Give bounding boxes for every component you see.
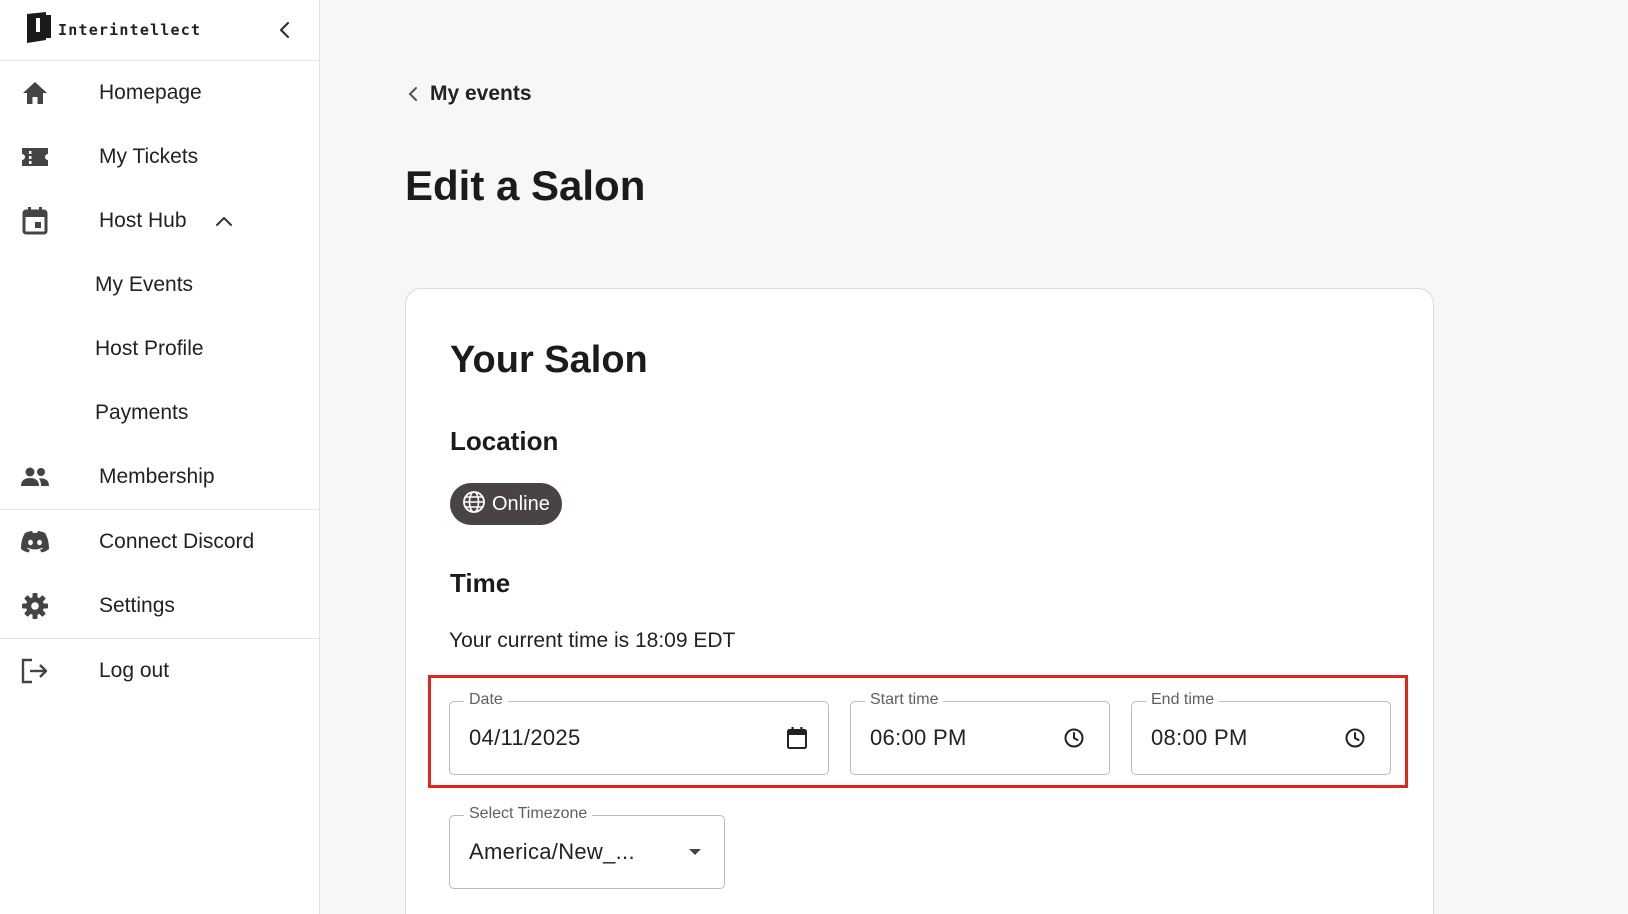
sidebar-item-settings[interactable]: Settings [0, 574, 319, 638]
timezone-label: Select Timezone [464, 805, 593, 823]
date-label: Date [464, 691, 508, 709]
discord-icon [19, 526, 51, 558]
logo-icon [26, 11, 52, 49]
sidebar-item-label: Membership [99, 465, 215, 488]
calendar-icon [19, 205, 51, 237]
start-time-field[interactable]: Start time 06:00 PM [850, 691, 1110, 775]
sidebar-item-label: Host Profile [95, 337, 204, 360]
date-value: 04/11/2025 [469, 725, 581, 750]
date-field[interactable]: Date 04/11/2025 [449, 691, 829, 775]
start-time-value: 06:00 PM [870, 725, 967, 750]
clock-icon[interactable] [1061, 725, 1087, 751]
clock-icon[interactable] [1342, 725, 1368, 751]
logout-icon [19, 655, 51, 687]
globe-icon [462, 490, 486, 519]
timezone-value: America/New_... [469, 839, 635, 864]
brand-logo[interactable]: Interintellect [26, 11, 202, 49]
chevron-up-icon[interactable] [213, 210, 235, 232]
sidebar-item-log-out[interactable]: Log out [0, 639, 319, 703]
gear-icon [19, 590, 51, 622]
start-time-label: Start time [865, 691, 944, 709]
sidebar-item-host-profile[interactable]: Host Profile [0, 317, 319, 381]
card-title: Your Salon [450, 339, 648, 381]
sidebar-item-homepage[interactable]: Homepage [0, 61, 319, 125]
sidebar-item-label: Payments [95, 401, 189, 424]
sidebar-item-my-events[interactable]: My Events [0, 253, 319, 317]
current-time-text: Your current time is 18:09 EDT [449, 629, 736, 652]
location-heading: Location [450, 426, 559, 456]
sidebar-item-label: Log out [99, 659, 170, 682]
home-icon [19, 77, 51, 109]
sidebar-item-label: Connect Discord [99, 530, 255, 553]
sidebar-item-label: Settings [99, 594, 175, 617]
breadcrumb-label: My events [430, 82, 532, 105]
sidebar-item-membership[interactable]: Membership [0, 445, 319, 509]
chevron-left-icon [279, 21, 290, 39]
brand-header: Interintellect [0, 0, 319, 61]
sidebar: Interintellect Homepage My Tickets Host … [0, 0, 320, 914]
sidebar-item-label: Host Hub [99, 209, 187, 232]
calendar-icon[interactable] [784, 725, 810, 751]
sidebar-nav-secondary: Connect Discord Settings [0, 509, 319, 638]
caret-down-icon[interactable] [682, 839, 708, 865]
sidebar-item-connect-discord[interactable]: Connect Discord [0, 510, 319, 574]
collapse-sidebar-button[interactable] [273, 18, 297, 42]
sidebar-item-my-tickets[interactable]: My Tickets [0, 125, 319, 189]
timezone-select[interactable]: Select Timezone America/New_... [449, 805, 725, 889]
page-title: Edit a Salon [405, 162, 646, 209]
breadcrumb-back-link[interactable]: My events [408, 82, 532, 106]
end-time-label: End time [1146, 691, 1220, 709]
sidebar-item-label: My Events [95, 273, 194, 296]
ticket-icon [19, 141, 51, 173]
chevron-left-icon [408, 87, 417, 101]
sidebar-item-label: Homepage [99, 81, 202, 104]
sidebar-item-payments[interactable]: Payments [0, 381, 319, 445]
sidebar-nav-account: Log out [0, 638, 319, 703]
sidebar-item-label: My Tickets [99, 145, 199, 168]
brand-name: Interintellect [58, 21, 202, 39]
sidebar-nav: Homepage My Tickets Host Hub My Events H… [0, 61, 319, 509]
people-icon [19, 461, 51, 493]
online-location-chip[interactable]: Online [450, 483, 562, 525]
sidebar-item-host-hub[interactable]: Host Hub [0, 189, 319, 253]
chip-label: Online [492, 492, 550, 515]
end-time-value: 08:00 PM [1151, 725, 1248, 750]
time-heading: Time [450, 568, 511, 598]
end-time-field[interactable]: End time 08:00 PM [1131, 691, 1391, 775]
